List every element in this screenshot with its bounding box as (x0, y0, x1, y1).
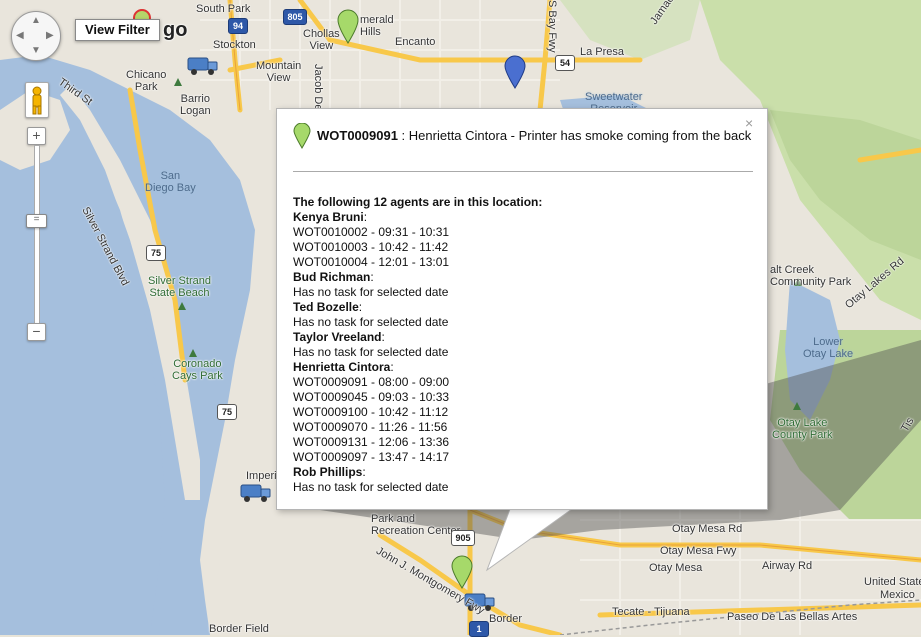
label-paseo-bellas-artes: Paseo De Las Bellas Artes (727, 611, 858, 623)
highway-shield-54: 54 (555, 55, 575, 71)
work-order-separator: : (397, 128, 409, 143)
pan-up-icon[interactable]: ▲ (31, 16, 41, 26)
label-san-diego: go (163, 19, 188, 41)
agent-name: Kenya Bruni (293, 210, 364, 224)
label-s-bay-fwy: S Bay Fwy (546, 0, 558, 53)
agent-task: WOT0009097 - 13:47 - 14:17 (293, 450, 450, 464)
work-order-id: WOT0009091 (317, 128, 398, 143)
agent-name-colon: : (370, 270, 374, 284)
pan-control[interactable]: ▲ ▼ ◀ ▶ (11, 11, 61, 61)
label-chicano-park: Chicano Park (126, 69, 167, 93)
agent-entry: Bud Richman: (293, 270, 542, 285)
agent-task: WOT0010004 - 12:01 - 13:01 (293, 255, 450, 269)
agent-entry: Henrietta Cintora: (293, 360, 542, 375)
label-la-presa: La Presa (580, 46, 625, 58)
label-lower-otay-lake: Lower Otay Lake (803, 336, 854, 360)
agent-name: Ted Bozelle (293, 300, 359, 314)
agent-entry: Kenya Bruni: (293, 210, 542, 225)
label-barrio-logan: Barrio Logan (180, 93, 211, 117)
label-united-states: United State (864, 576, 921, 588)
label-airway-rd: Airway Rd (762, 560, 813, 572)
agent-name-colon: : (358, 300, 363, 314)
label-san-diego-bay: San Diego Bay (145, 170, 196, 194)
label-tecate-tijuana: Tecate - Tijuana (612, 606, 690, 618)
work-order-description: Henrietta Cintora - Printer has smoke co… (408, 128, 752, 143)
label-encanto: Encanto (395, 36, 436, 48)
label-border-field: Border Field (209, 623, 269, 635)
agent-name-colon: : (362, 465, 366, 479)
label-otay-mesa-fwy: Otay Mesa Fwy (660, 545, 737, 557)
agent-task: WOT0009070 - 11:26 - 11:56 (293, 420, 448, 434)
agent-name-colon: : (390, 360, 394, 374)
view-filter-button[interactable]: View Filter (75, 19, 160, 41)
pan-left-icon[interactable]: ◀ (16, 31, 24, 41)
label-mexico: Mexico (880, 589, 915, 601)
label-border: Border (489, 613, 523, 625)
zoom-out-button[interactable]: − (27, 323, 46, 341)
highway-shield-94: 94 (228, 18, 248, 34)
pegman-icon[interactable] (25, 82, 49, 118)
agent-entry: Taylor Vreeland: (293, 330, 542, 345)
label-emerald-hills: merald Hills (360, 14, 394, 38)
label-silver-strand-state-beach: Silver Strand State Beach (148, 275, 211, 299)
agent-name-colon: : (363, 210, 368, 224)
divider (293, 171, 753, 172)
label-otay-mesa-rd: Otay Mesa Rd (672, 523, 743, 535)
label-stockton: Stockton (213, 39, 256, 51)
label-imperial: Imperi (246, 470, 277, 482)
label-salt-creek: alt Creek Community Park (770, 264, 852, 288)
agent-name-colon: : (381, 330, 385, 344)
agent-entry: Rob Phillips: (293, 465, 542, 480)
agents-list: The following 12 agents are in this loca… (293, 195, 542, 495)
zoom-in-button[interactable]: + (27, 127, 46, 145)
agent-task: Has no task for selected date (293, 480, 449, 494)
label-coronado-cays: Coronado Cays Park (172, 358, 223, 382)
label-chollas-view: Chollas View (303, 28, 340, 52)
agent-name: Bud Richman (293, 270, 371, 284)
label-south-park: South Park (196, 3, 251, 15)
agent-entry: Ted Bozelle: (293, 300, 542, 315)
agent-task: WOT0010003 - 10:42 - 11:42 (293, 240, 449, 254)
agent-task: Has no task for selected date (293, 345, 449, 359)
zoom-slider-track[interactable] (34, 145, 40, 324)
label-jacob-dekema: Jacob De (312, 64, 324, 111)
zoom-slider-handle[interactable]: = (26, 214, 47, 228)
agent-task: WOT0010002 - 09:31 - 10:31 (293, 225, 450, 239)
agent-task: WOT0009100 - 10:42 - 11:12 (293, 405, 449, 419)
label-otay-lake-county-park: Otay Lake County Park (772, 417, 833, 441)
agent-task: Has no task for selected date (293, 315, 449, 329)
agents-title: The following 12 agents are in this loca… (293, 195, 543, 209)
green-pin-icon (293, 122, 311, 152)
agent-task: WOT0009045 - 09:03 - 10:33 (293, 390, 450, 404)
label-park-rec: Park and Recreation Center (371, 513, 461, 537)
agent-task: WOT0009131 - 12:06 - 13:36 (293, 435, 450, 449)
agent-task: Has no task for selected date (293, 285, 449, 299)
agent-name: Taylor Vreeland (293, 330, 382, 344)
agent-name: Henrietta Cintora (293, 360, 391, 374)
pan-right-icon[interactable]: ▶ (46, 31, 54, 41)
pan-down-icon[interactable]: ▼ (31, 46, 41, 56)
highway-shield-805: 805 (283, 9, 307, 25)
agent-name: Rob Phillips (293, 465, 363, 479)
agent-entries: Kenya Bruni: WOT0010002 - 09:31 - 10:31 WO… (293, 210, 542, 495)
highway-shield-75b: 75 (217, 404, 237, 420)
agent-task: WOT0009091 - 08:00 - 09:00 (293, 375, 450, 389)
label-otay-mesa: Otay Mesa (649, 562, 703, 574)
label-mountain-view: Mountain View (256, 60, 302, 84)
highway-shield-75a: 75 (146, 245, 166, 261)
highway-shield-905: 905 (451, 530, 475, 546)
